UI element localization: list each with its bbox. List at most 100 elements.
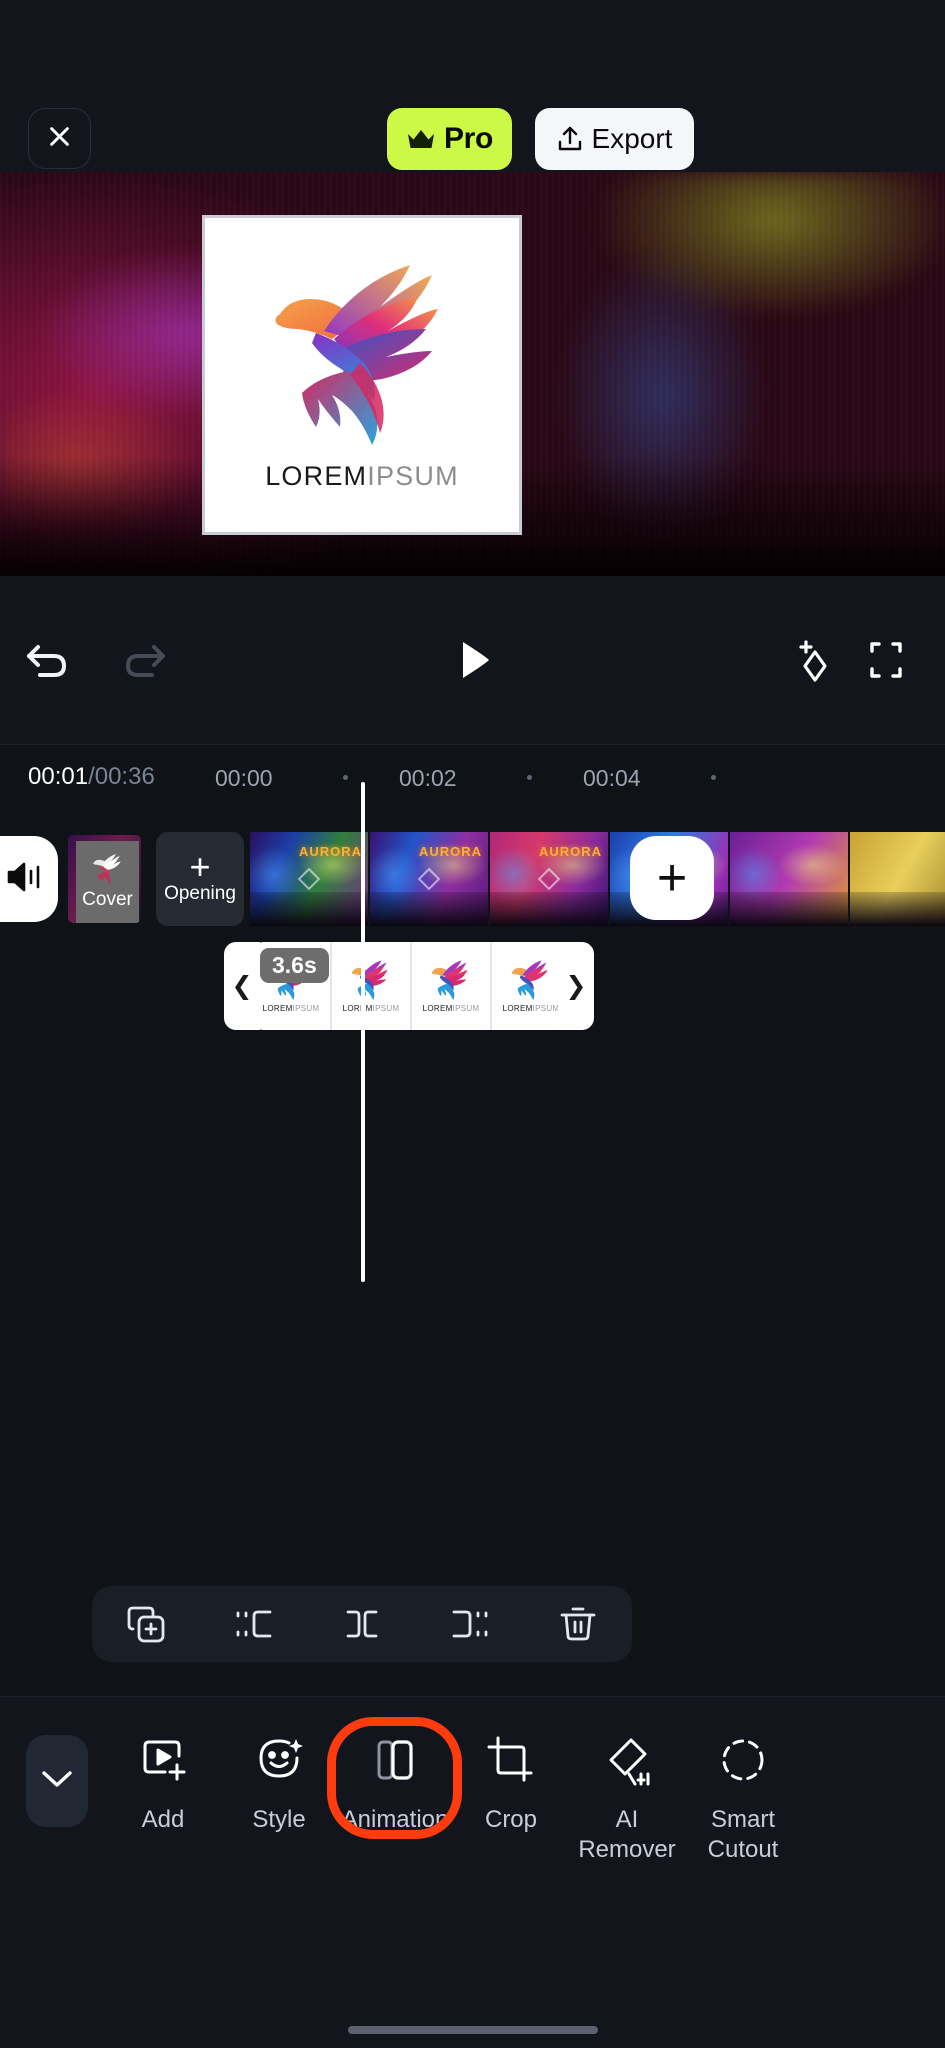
volume-button[interactable] (0, 836, 58, 922)
cover-thumbnail: Cover (76, 841, 139, 923)
volume-icon (6, 860, 44, 899)
thumb-crowd (490, 892, 608, 926)
style-icon (253, 1729, 305, 1791)
chevron-right-icon: ❯ (565, 972, 587, 1000)
overlay-cell-label: LOREMIPSUM (342, 1004, 400, 1013)
video-clip-thumbnail[interactable]: AURORA (370, 832, 490, 926)
undo-button[interactable] (24, 639, 70, 681)
tool-label: Add (141, 1806, 185, 1833)
export-button[interactable]: Export (535, 108, 694, 170)
pro-upgrade-button[interactable]: Pro (387, 108, 512, 170)
tool-ai-remover[interactable]: AI Remover (569, 1729, 685, 1865)
trim-left-icon (232, 1602, 276, 1646)
trim-right-action[interactable] (440, 1594, 500, 1654)
logo-wordmark-light: IPSUM (367, 460, 459, 491)
tool-label: Style (252, 1806, 306, 1833)
delete-action[interactable] (548, 1594, 608, 1654)
thumb-crowd (250, 892, 368, 926)
video-editor-screen: Pro Export LOREMIPSUM 00:01/00:36 00:00 … (0, 0, 945, 2048)
overlay-cell-label: LOREMIPSUM (422, 1004, 480, 1013)
tool-crop[interactable]: Crop (453, 1729, 569, 1865)
trim-left-action[interactable] (224, 1594, 284, 1654)
tool-label: AI Remover (578, 1806, 676, 1863)
add-keyframe-button[interactable] (789, 636, 837, 684)
animation-icon (369, 1729, 421, 1791)
video-preview-canvas[interactable]: LOREMIPSUM (0, 172, 945, 576)
tool-style[interactable]: Style (221, 1729, 337, 1865)
watermark-text: AURORA (298, 844, 362, 859)
close-icon (46, 123, 73, 155)
duplicate-icon (124, 1602, 168, 1646)
video-clip-thumbnail[interactable]: AURORA (490, 832, 610, 926)
timeline-tracks[interactable]: Cover + Opening AURORA AURORA AURORA + ❮… (0, 808, 945, 1480)
opening-label: Opening (164, 883, 236, 904)
tool-animation[interactable]: Animation (337, 1729, 453, 1865)
trash-icon (556, 1602, 600, 1646)
plus-icon: + (189, 846, 211, 887)
tool-smart-cutout[interactable]: Smart Cutout (685, 1729, 801, 1865)
close-button[interactable] (28, 108, 91, 169)
crown-icon (406, 127, 436, 151)
tool-list: Add Style Animation Crop AI Remover Smar… (105, 1729, 801, 1865)
add-keyframe-icon (789, 636, 837, 684)
fullscreen-button[interactable] (864, 638, 908, 682)
trim-right-icon (448, 1602, 492, 1646)
smart-cutout-icon (717, 1729, 769, 1791)
bird-logo-icon (274, 264, 438, 445)
cover-label: Cover (82, 889, 133, 910)
collapse-toolbar-button[interactable] (26, 1735, 88, 1827)
trim-handle-left[interactable]: ❮ (224, 942, 260, 1030)
upload-icon (557, 125, 583, 153)
crop-icon (485, 1729, 537, 1791)
clip-action-bar (92, 1586, 632, 1662)
watermark-text: AURORA (418, 844, 482, 859)
overlay-cell: LOREMIPSUM (412, 942, 492, 1030)
add-clip-button[interactable]: + (630, 836, 714, 920)
split-icon (340, 1602, 384, 1646)
thumb-crowd (730, 892, 848, 926)
video-track[interactable]: AURORA AURORA AURORA (250, 832, 945, 926)
video-clip-thumbnail[interactable] (730, 832, 850, 926)
current-time: 00:01 (28, 763, 89, 790)
overlay-cell-label: LOREMIPSUM (502, 1004, 560, 1013)
duration-badge: 3.6s (260, 948, 329, 983)
ruler-tick-label: 00:04 (583, 765, 641, 791)
play-button[interactable] (455, 638, 495, 682)
undo-icon (24, 639, 70, 681)
split-action[interactable] (332, 1594, 392, 1654)
overlay-cell: LOREMIPSUM (332, 942, 412, 1030)
chevron-left-icon: ❮ (231, 972, 253, 1000)
bird-logo-icon (511, 960, 548, 1001)
overlay-cell: LOREMIPSUM (492, 942, 568, 1030)
tool-add[interactable]: Add (105, 1729, 221, 1865)
logo-overlay-element[interactable]: LOREMIPSUM (202, 215, 522, 535)
ruler-tick-dot (527, 775, 532, 780)
tool-label: Smart Cutout (707, 1806, 779, 1863)
export-label: Export (591, 123, 673, 154)
time-indicator: 00:01/00:36 (28, 763, 155, 791)
add-media-icon (137, 1729, 189, 1791)
timeline-ruler[interactable]: 00:01/00:36 00:00 00:02 00:04 (0, 744, 945, 808)
home-indicator (347, 2026, 598, 2034)
overlay-cell-label: LOREMIPSUM (262, 1004, 320, 1013)
bird-logo-icon (92, 854, 121, 885)
tool-label: Crop (484, 1806, 538, 1833)
ruler-tick-dot (711, 775, 716, 780)
redo-button[interactable] (122, 639, 168, 681)
video-clip-thumbnail[interactable] (850, 832, 945, 926)
chevron-down-icon (40, 1768, 74, 1795)
playhead[interactable] (361, 782, 365, 1282)
pro-label: Pro (443, 122, 494, 155)
ruler-tick-label: 00:02 (399, 765, 457, 791)
tool-label: Animation (341, 1806, 449, 1833)
video-clip-thumbnail[interactable]: AURORA (250, 832, 370, 926)
logo-wordmark-bold: LOREM (265, 460, 368, 491)
plus-icon: + (656, 849, 688, 907)
duplicate-action[interactable] (116, 1594, 176, 1654)
watermark-text: AURORA (538, 844, 602, 859)
opening-clip-button[interactable]: + Opening (156, 832, 244, 926)
bottom-toolbar: Add Style Animation Crop AI Remover Smar… (0, 1696, 945, 2048)
cover-clip[interactable]: Cover (65, 832, 144, 926)
trim-handle-right[interactable]: ❯ (558, 942, 594, 1030)
fullscreen-icon (864, 638, 908, 682)
